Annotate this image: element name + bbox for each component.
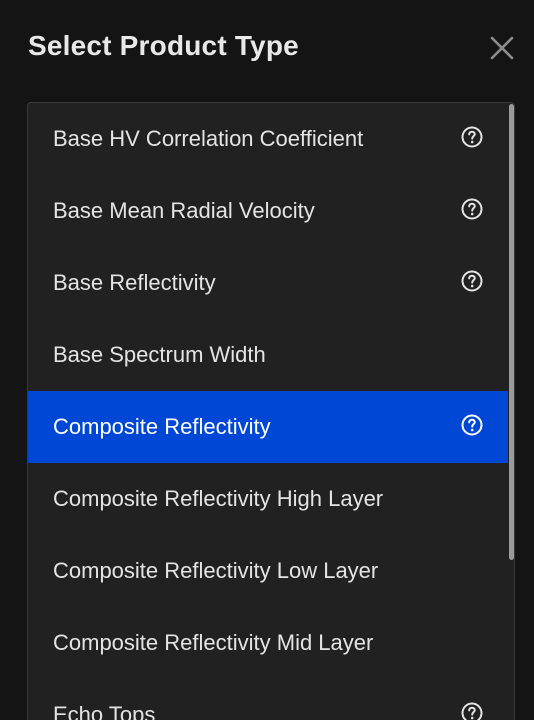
dialog-title: Select Product Type xyxy=(28,30,299,61)
list-item[interactable]: Base Spectrum Width xyxy=(28,319,508,391)
list-item-selected[interactable]: Composite Reflectivity xyxy=(28,391,508,463)
list-item-label: Composite Reflectivity Mid Layer xyxy=(53,630,374,655)
list-item-label: Base Spectrum Width xyxy=(53,342,266,367)
list-item-label: Echo Tops xyxy=(53,702,156,720)
close-icon xyxy=(490,36,514,60)
list-item[interactable]: Composite Reflectivity Low Layer xyxy=(28,535,508,607)
list-item-label: Base HV Correlation Coefficient xyxy=(53,126,364,151)
close-button[interactable] xyxy=(486,32,518,64)
scrollbar-track[interactable] xyxy=(508,103,514,720)
list-item[interactable]: Composite Reflectivity Mid Layer xyxy=(28,607,508,679)
list-item[interactable]: Base Mean Radial Velocity xyxy=(28,175,508,247)
list-item[interactable]: Composite Reflectivity High Layer xyxy=(28,463,508,535)
help-circle-icon[interactable] xyxy=(460,125,484,149)
list-item[interactable]: Echo Tops xyxy=(28,679,508,720)
help-circle-icon[interactable] xyxy=(460,197,484,221)
list-item[interactable]: Base HV Correlation Coefficient xyxy=(28,103,508,175)
list-item-label: Base Reflectivity xyxy=(53,270,216,295)
help-circle-icon[interactable] xyxy=(460,269,484,293)
help-circle-icon[interactable] xyxy=(460,701,484,720)
select-product-type-dialog: Select Product Type Base HV Correlation … xyxy=(0,0,534,720)
list-item-label: Base Mean Radial Velocity xyxy=(53,198,315,223)
list-item[interactable]: Base Reflectivity xyxy=(28,247,508,319)
list-item-label: Composite Reflectivity xyxy=(53,414,271,439)
list-item-label: Composite Reflectivity High Layer xyxy=(53,486,384,511)
scrollbar-thumb[interactable] xyxy=(509,104,514,560)
list-item-label: Composite Reflectivity Low Layer xyxy=(53,558,379,583)
product-type-list: Base HV Correlation Coefficient Base Mea… xyxy=(27,102,515,720)
help-circle-icon[interactable] xyxy=(460,413,484,437)
